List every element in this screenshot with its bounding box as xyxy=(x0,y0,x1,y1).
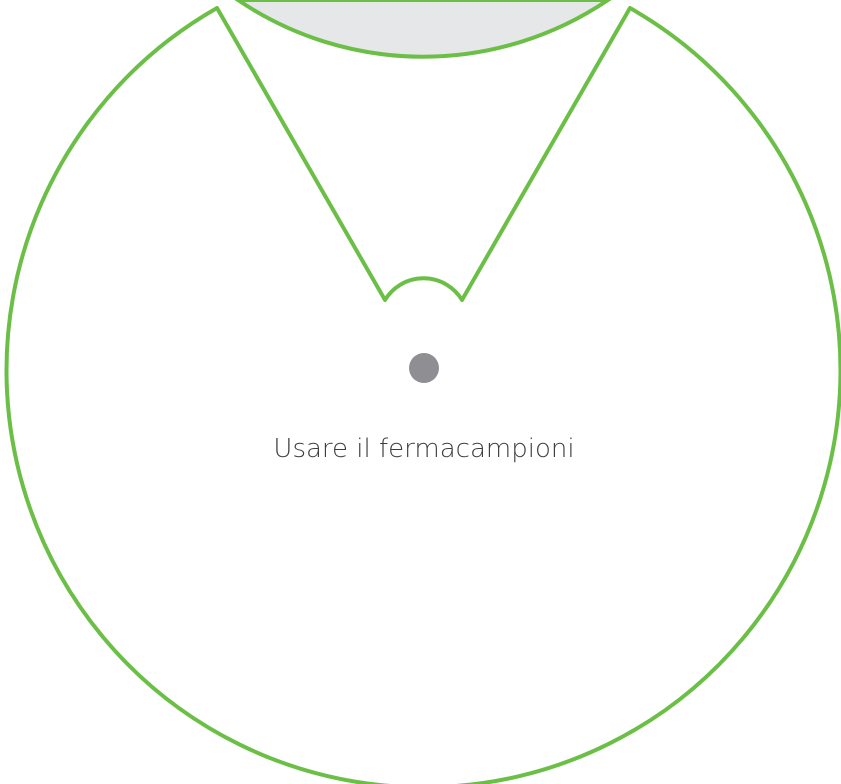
instruction-label: Usare il fermacampioni xyxy=(273,434,574,464)
fastener-pin-dot xyxy=(409,353,439,383)
wheel-template: Usare il fermacampioni xyxy=(4,0,841,784)
wheel-outline xyxy=(4,6,841,784)
top-disc-segment xyxy=(234,0,612,59)
